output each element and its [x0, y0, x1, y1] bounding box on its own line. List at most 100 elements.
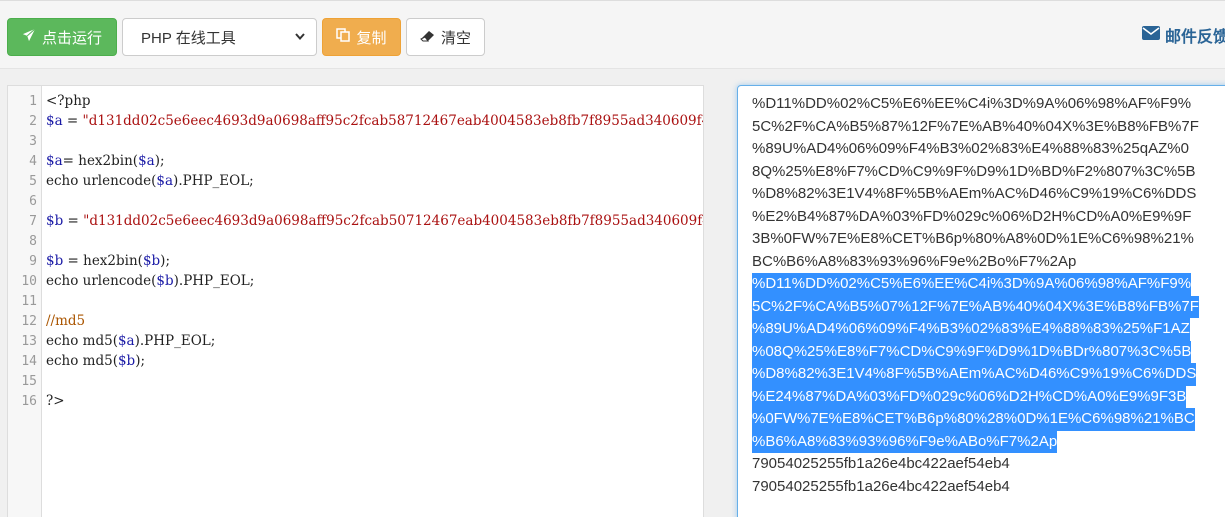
code-token: "d131dd02c5e6eec4693d9a0698aff95c2fcab58… — [82, 113, 704, 129]
line-number: 16 — [21, 394, 37, 409]
output-line: 3B%0FW%7E%E8%CET%B6p%80%A8%0D%1E%C6%98%2… — [752, 228, 1225, 251]
code-token: ); — [135, 353, 146, 369]
copy-icon — [336, 28, 351, 46]
mail-feedback-link[interactable]: 邮件反馈 — [1141, 23, 1225, 47]
code-line: $a= hex2bin($a); — [46, 153, 165, 169]
tool-select[interactable]: PHP 在线工具 — [122, 18, 317, 56]
code-token: ?> — [46, 393, 65, 409]
line-number: 5 — [29, 174, 37, 189]
output-line-text: 79054025255fb1a26e4bc422aef54eb4 — [752, 455, 1010, 472]
run-label: 点击运行 — [41, 29, 102, 47]
line-number: 13 — [21, 334, 37, 349]
output-line-text: %D11%DD%02%C5%E6%EE%C4i%3D%9A%06%98%AF%F… — [752, 273, 1192, 296]
code-token: <?php — [46, 93, 91, 109]
output-line-text: %D11%DD%02%C5%E6%EE%C4i%3D%9A%06%98%AF%F… — [752, 95, 1192, 112]
line-number: 2 — [29, 114, 37, 129]
code-token: $b — [156, 273, 174, 289]
output-line-text: %0FW%7E%E8%CET%B6p%80%28%0D%1E%C6%98%21%… — [752, 408, 1195, 431]
code-token: echo urlencode( — [46, 173, 157, 189]
code-token: //md5 — [46, 313, 86, 329]
code-token: $b — [142, 253, 161, 269]
clear-label: 清空 — [440, 29, 471, 47]
code-editor[interactable]: 1 2 3 4 5 6 7 8 9 10 11 12 13 14 15 16 <?php $a = "d131d… — [7, 85, 704, 517]
output-line-text: %D8%82%3E1V4%8F%5B%AEm%AC%D46%C9%19%C6%D… — [752, 363, 1197, 386]
output-line-text: %E24%87%DA%03%FD%029c%06%D2H%CD%A0%E9%9F… — [752, 385, 1187, 408]
code-token: = — [62, 113, 83, 129]
output-line-text: 5C%2F%CA%B5%07%12F%7E%AB%40%04X%3E%B8%FB… — [752, 295, 1199, 318]
chevron-down-icon — [294, 29, 306, 46]
output-line-selected: %B6%A8%83%93%96%F9e%ABo%F7%2Ap — [752, 430, 1225, 453]
run-button[interactable]: 点击运行 — [7, 18, 117, 56]
code-token: = hex2bin( — [63, 253, 143, 269]
code-token: = — [63, 213, 84, 229]
code-line: $b = hex2bin($b); — [46, 253, 170, 269]
copy-button[interactable]: 复制 — [322, 18, 401, 56]
code-token: ).PHP_EOL; — [134, 333, 216, 349]
code-token: ); — [160, 253, 170, 269]
output-line: 8Q%25%E8%F7%CD%C9%9F%D9%1D%BD%F2%807%3C%… — [752, 161, 1225, 184]
code-token: echo urlencode( — [46, 273, 157, 289]
output-line: 79054025255fb1a26e4bc422aef54eb4 — [752, 453, 1225, 476]
line-number: 12 — [21, 314, 37, 329]
line-number: 11 — [21, 294, 37, 309]
toolbar: 点击运行 PHP 在线工具 复制 清空 邮件反馈 — [0, 0, 1225, 69]
code-token: ).PHP_EOL; — [173, 273, 255, 289]
line-number: 9 — [29, 254, 37, 269]
envelope-icon — [1141, 25, 1160, 45]
output-line-text: %B6%A8%83%93%96%F9e%ABo%F7%2Ap — [752, 430, 1058, 453]
code-token: $a — [46, 153, 63, 169]
code-token: $b — [117, 353, 136, 369]
output-line-text: 79054025255fb1a26e4bc422aef54eb4 — [752, 477, 1010, 495]
code-line: ?> — [46, 393, 65, 409]
line-number: 10 — [21, 274, 37, 289]
output-line: %D11%DD%02%C5%E6%EE%C4i%3D%9A%06%98%AF%F… — [752, 93, 1225, 116]
code-token: $b — [46, 213, 64, 229]
output-line-selected: %D8%82%3E1V4%8F%5B%AEm%AC%D46%C9%19%C6%D… — [752, 363, 1225, 386]
output-line-text: 3B%0FW%7E%E8%CET%B6p%80%A8%0D%1E%C6%98%2… — [752, 230, 1194, 247]
code-token: $a — [138, 153, 155, 169]
output-line-selected: %0FW%7E%E8%CET%B6p%80%28%0D%1E%C6%98%21%… — [752, 408, 1225, 431]
code-line: $b = "d131dd02c5e6eec4693d9a0698aff95c2f… — [46, 213, 704, 229]
code-token: $a — [156, 173, 174, 189]
code-token: = hex2bin( — [62, 153, 139, 169]
output-line: 5C%2F%CA%B5%87%12F%7E%AB%40%04X%3E%B8%FB… — [752, 116, 1225, 139]
code-line: echo urlencode($b).PHP_EOL; — [46, 273, 254, 289]
code-token: echo md5( — [46, 333, 118, 349]
code-token: $a — [46, 113, 63, 129]
tool-select-value: PHP 在线工具 — [141, 29, 236, 47]
output-line: %D8%82%3E1V4%8F%5B%AEm%AC%D46%C9%19%C6%D… — [752, 183, 1225, 206]
output-line: %E2%B4%87%DA%03%FD%029c%06%D2H%CD%A0%E9%… — [752, 206, 1225, 229]
output-line-text: %E2%B4%87%DA%03%FD%029c%06%D2H%CD%A0%E9%… — [752, 207, 1192, 225]
code-token: $a — [117, 333, 135, 349]
line-number: 7 — [29, 214, 37, 229]
eraser-icon — [420, 29, 435, 46]
output-line-text: %08Q%25%E8%F7%CD%C9%9F%D9%1D%BDr%807%3C%… — [752, 340, 1192, 363]
output-line: 79054025255fb1a26e4bc422aef54eb4 — [752, 476, 1225, 499]
code-line: echo md5($a).PHP_EOL; — [46, 333, 215, 349]
clear-button[interactable]: 清空 — [406, 18, 485, 56]
line-number: 14 — [21, 354, 37, 369]
line-number: 4 — [29, 154, 37, 169]
code-token: $b — [46, 253, 64, 269]
code-line: <?php — [46, 93, 91, 109]
line-number: 6 — [29, 194, 37, 209]
copy-label: 复制 — [356, 29, 387, 47]
code-token: "d131dd02c5e6eec4693d9a0698aff95c2fcab50… — [83, 213, 704, 229]
output-line-text: 8Q%25%E8%F7%CD%C9%9F%D9%1D%BD%F2%807%3C%… — [752, 162, 1196, 180]
line-number: 15 — [21, 374, 37, 389]
paper-plane-icon — [22, 28, 36, 46]
output-line-selected: %E24%87%DA%03%FD%029c%06%D2H%CD%A0%E9%9F… — [752, 385, 1225, 408]
feedback-label: 邮件反馈 — [1164, 29, 1225, 46]
output-line-selected: %08Q%25%E8%F7%CD%C9%9F%D9%1D%BDr%807%3C%… — [752, 340, 1225, 363]
code-line: $a = "d131dd02c5e6eec4693d9a0698aff95c2f… — [46, 113, 704, 129]
code-token: ); — [154, 153, 165, 169]
line-number-gutter: 1 2 3 4 5 6 7 8 9 10 11 12 13 14 15 16 — [8, 86, 42, 517]
code-line: echo urlencode($a).PHP_EOL; — [46, 173, 254, 189]
output-line: BC%B6%A8%83%93%96%F9e%2Bo%F7%2Ap — [752, 251, 1225, 274]
output-line-text: BC%B6%A8%83%93%96%F9e%2Bo%F7%2Ap — [752, 252, 1077, 270]
output-panel[interactable]: %D11%DD%02%C5%E6%EE%C4i%3D%9A%06%98%AF%F… — [737, 85, 1225, 517]
output-line-text: %D8%82%3E1V4%8F%5B%AEm%AC%D46%C9%19%C6%D… — [752, 185, 1197, 202]
line-number: 1 — [29, 94, 37, 109]
output-line-selected: 5C%2F%CA%B5%07%12F%7E%AB%40%04X%3E%B8%FB… — [752, 295, 1225, 318]
code-token: ).PHP_EOL; — [173, 173, 254, 189]
